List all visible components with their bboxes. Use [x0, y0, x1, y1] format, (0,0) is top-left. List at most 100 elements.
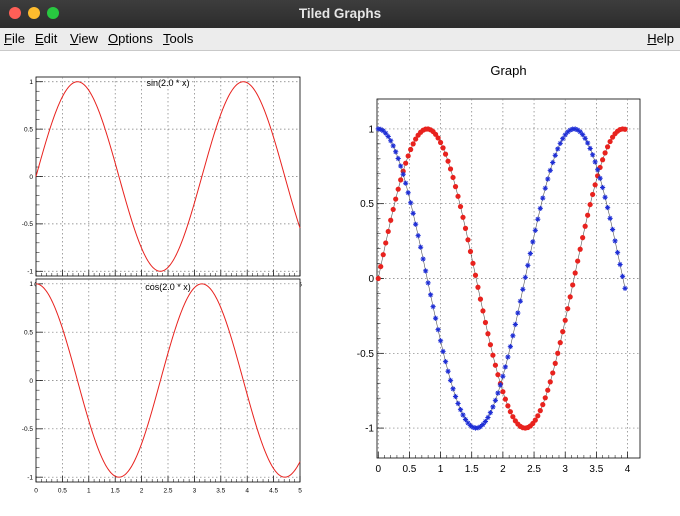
y-tick-label: 0.5	[24, 126, 33, 133]
x-tick-label: 1.5	[465, 464, 479, 475]
data-point-star	[457, 407, 464, 413]
y-tick-label: 0	[29, 174, 33, 181]
data-point-circle	[383, 240, 389, 246]
plots-svg: 0 0.5 1 1.5 2 2.5 3 3.5 4 4.5 5 -1 -0.5 0 0.5 1 sin(2.0 …	[22, 63, 641, 495]
data-point-star	[430, 304, 436, 310]
data-point-star	[590, 152, 596, 158]
data-point-star	[550, 159, 556, 166]
x-tick-label: 2.5	[163, 488, 172, 495]
menu-edit[interactable]: Edit	[35, 31, 57, 46]
data-point-circle	[607, 138, 613, 145]
data-point-circle	[575, 258, 581, 264]
data-point-star	[420, 256, 426, 262]
data-point-circle	[565, 306, 571, 312]
data-point-circle	[465, 237, 471, 243]
data-point-star	[587, 145, 593, 152]
data-point-circle	[540, 402, 546, 408]
data-point-circle	[467, 248, 474, 255]
data-point-circle	[470, 260, 476, 266]
data-point-circle	[485, 331, 491, 337]
data-point-circle	[604, 144, 611, 150]
data-point-circle	[435, 135, 441, 141]
data-point-star	[619, 273, 626, 280]
data-point-star	[595, 167, 601, 173]
data-point-star	[482, 418, 489, 425]
data-point-circle	[390, 206, 396, 213]
data-point-star	[427, 292, 434, 298]
data-point-star	[612, 238, 618, 244]
data-point-star	[408, 200, 414, 206]
data-point-circle	[437, 139, 444, 146]
data-point-circle	[600, 157, 606, 163]
data-point-circle	[562, 317, 568, 323]
x-tick-label: 3	[562, 464, 568, 475]
chart-title: Graph	[490, 63, 526, 78]
data-point-circle	[388, 217, 394, 223]
menu-view[interactable]: View	[70, 31, 98, 46]
data-point-star	[390, 143, 396, 149]
data-point-star	[502, 364, 508, 370]
data-point-star	[582, 135, 588, 141]
data-point-circle	[490, 352, 496, 358]
data-point-circle	[460, 214, 466, 220]
menu-bar: File Edit View Options Tools Help	[0, 28, 680, 51]
menu-help[interactable]: Help	[647, 31, 674, 46]
data-point-star	[462, 416, 469, 423]
data-point-circle	[580, 235, 586, 241]
x-tick-label: 1.5	[111, 488, 120, 495]
data-point-star	[445, 368, 451, 374]
data-point-star	[515, 310, 521, 316]
data-point-circle	[447, 166, 454, 172]
data-point-circle	[507, 409, 513, 415]
data-point-circle	[567, 294, 573, 300]
data-point-circle	[570, 282, 576, 288]
y-tick-label: -0.5	[357, 349, 375, 360]
data-point-star	[413, 221, 419, 227]
data-point-circle	[380, 252, 386, 258]
data-point-circle	[582, 223, 588, 229]
data-point-star	[547, 167, 553, 174]
data-point-star	[455, 400, 461, 407]
data-point-circle	[475, 284, 481, 290]
data-point-star	[600, 184, 606, 191]
data-point-circle	[587, 201, 593, 208]
data-point-circle	[542, 395, 548, 401]
x-tick-label: 0.5	[58, 488, 67, 495]
data-point-circle	[450, 174, 456, 181]
data-point-star	[607, 215, 613, 221]
data-point-circle	[622, 126, 628, 132]
x-tick-label: 4	[625, 464, 631, 475]
data-point-star	[398, 163, 404, 169]
data-point-circle	[440, 145, 446, 151]
data-point-circle	[477, 296, 484, 302]
data-point-circle	[502, 396, 508, 402]
menu-file[interactable]: File	[4, 31, 25, 46]
x-tick-label: 3.5	[216, 488, 225, 495]
data-point-circle	[462, 225, 469, 231]
menu-options[interactable]: Options	[108, 31, 153, 46]
data-point-star	[530, 239, 536, 245]
plot-canvas[interactable]: 0 0.5 1 1.5 2 2.5 3 3.5 4 4.5 5 -1 -0.5 0 0.5 1 sin(2.0 …	[0, 51, 680, 511]
x-tick-label: 0.5	[402, 464, 416, 475]
menu-tools[interactable]: Tools	[163, 31, 193, 46]
x-tick-label: 3.5	[589, 464, 603, 475]
data-point-star	[602, 194, 608, 200]
data-point-circle	[398, 177, 404, 183]
data-point-star	[495, 390, 501, 396]
data-point-star	[560, 136, 566, 142]
chart-title: cos(2.0 * x)	[145, 282, 191, 292]
x-tick-label: 4	[245, 488, 249, 495]
data-point-circle	[545, 387, 551, 393]
data-point-circle	[405, 153, 411, 159]
data-point-circle	[572, 270, 578, 276]
data-point-star	[604, 204, 611, 211]
y-tick-label: -0.5	[22, 221, 34, 228]
data-point-star	[492, 397, 499, 403]
data-point-circle	[590, 191, 596, 198]
data-point-star	[609, 226, 616, 233]
x-tick-label: 1	[438, 464, 444, 475]
y-tick-label: 1	[29, 79, 33, 86]
data-point-star	[383, 130, 389, 136]
data-point-star	[403, 180, 409, 186]
data-point-star	[435, 327, 441, 333]
